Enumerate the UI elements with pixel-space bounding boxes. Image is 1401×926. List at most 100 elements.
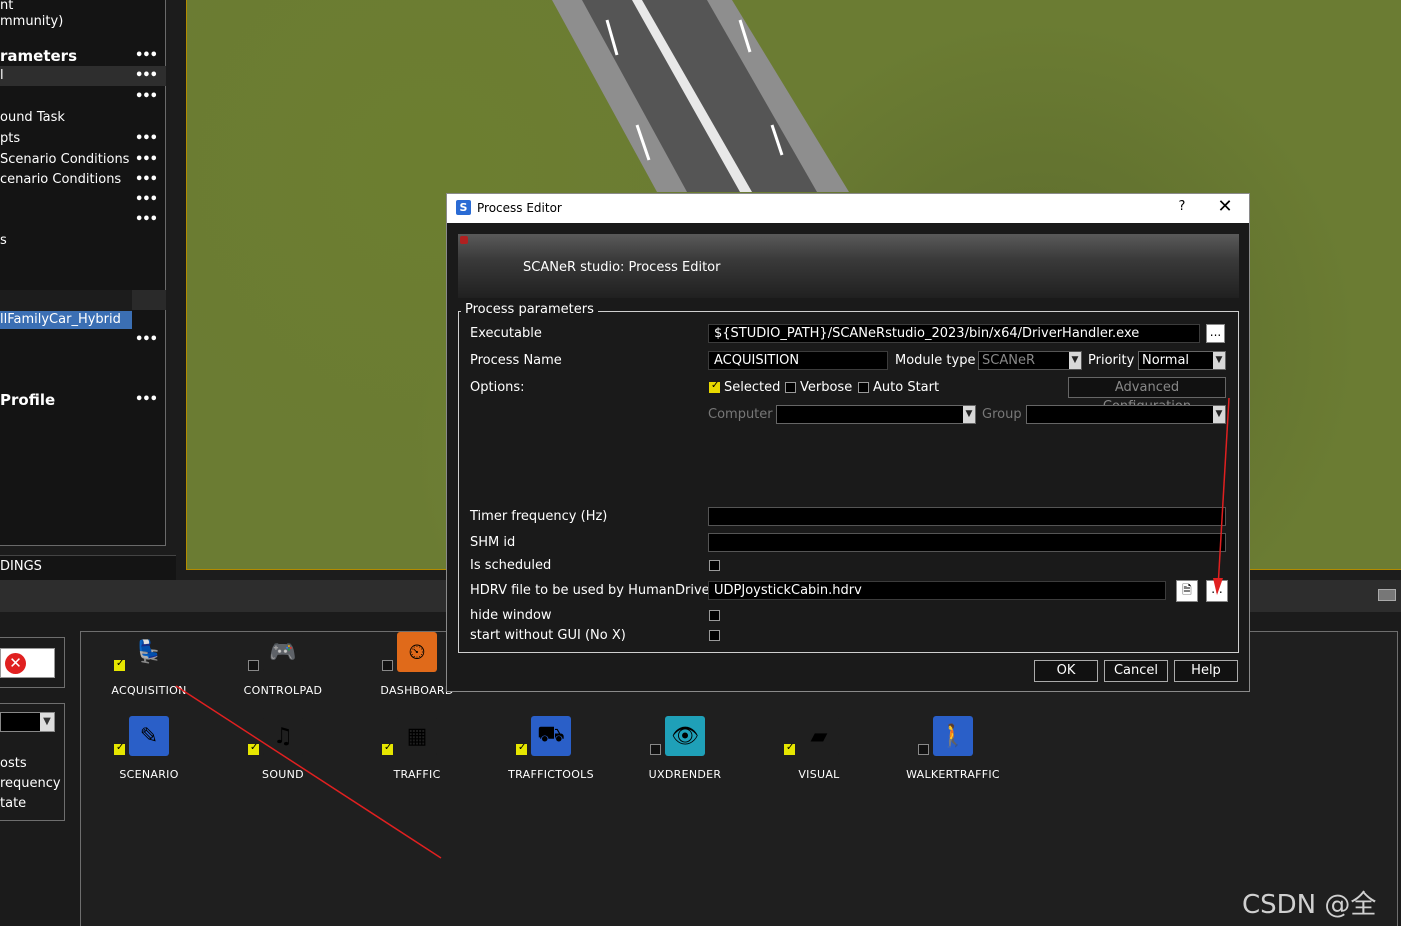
hdrv-file-field[interactable]: UDPJoystickCabin.hdrv bbox=[708, 581, 1166, 600]
module-tile[interactable]: ▦ TRAFFIC bbox=[350, 716, 484, 796]
restore-icon[interactable] bbox=[1378, 589, 1396, 601]
list-header-cell bbox=[132, 290, 166, 310]
more-dots-icon[interactable]: ••• bbox=[135, 66, 158, 86]
module-tile[interactable]: ✎ SCENARIO bbox=[82, 716, 216, 796]
left-panel-item[interactable]: ••• bbox=[0, 210, 166, 230]
module-checkbox[interactable] bbox=[114, 742, 125, 755]
list-header bbox=[0, 290, 132, 311]
module-checkbox[interactable] bbox=[114, 658, 125, 671]
sound-icon[interactable]: ♫ bbox=[263, 716, 303, 756]
verbose-checkbox[interactable] bbox=[785, 382, 796, 393]
module-tile[interactable]: 🚶 WALKERTRAFFIC bbox=[886, 716, 1020, 796]
priority-label: Priority bbox=[1088, 353, 1135, 368]
left-panel-item[interactable]: ••• bbox=[0, 330, 166, 350]
is-scheduled-checkbox[interactable] bbox=[709, 560, 720, 571]
close-circle-icon: ✕ bbox=[5, 653, 26, 674]
group-select[interactable]: ▼ bbox=[1026, 405, 1226, 424]
process-name-field[interactable]: ACQUISITION bbox=[708, 351, 888, 370]
hide-window-checkbox[interactable] bbox=[709, 610, 720, 621]
stop-button[interactable]: ✕ bbox=[0, 648, 55, 678]
controlpad-icon[interactable]: 🎮 bbox=[263, 632, 303, 672]
module-checkbox[interactable] bbox=[382, 660, 393, 671]
module-checkbox[interactable] bbox=[382, 742, 393, 755]
left-panel-item[interactable]: ••• bbox=[0, 190, 166, 210]
no-gui-label: start without GUI (No X) bbox=[470, 628, 626, 643]
module-tile[interactable]: ▰ VISUAL bbox=[752, 716, 886, 796]
walker-icon[interactable]: 🚶 bbox=[933, 716, 973, 756]
module-tile[interactable]: 💺 ACQUISITION bbox=[82, 632, 216, 712]
bindings-tab[interactable]: DINGS bbox=[0, 555, 176, 580]
timer-frequency-field[interactable] bbox=[708, 507, 1226, 526]
visual-icon[interactable]: ▰ bbox=[799, 716, 839, 756]
computer-select[interactable]: ▼ bbox=[776, 405, 976, 424]
more-dots-icon[interactable]: ••• bbox=[135, 129, 158, 149]
priority-select[interactable]: Normal ▼ bbox=[1138, 351, 1226, 370]
seat-icon bbox=[460, 236, 468, 244]
hdrv-browse-button[interactable]: ... bbox=[1206, 580, 1228, 602]
ok-button[interactable]: OK bbox=[1034, 660, 1098, 682]
shm-id-field[interactable] bbox=[708, 533, 1226, 552]
file-icon-button[interactable]: 🗎 bbox=[1176, 580, 1198, 602]
more-dots-icon[interactable]: ••• bbox=[135, 150, 158, 170]
module-checkbox[interactable] bbox=[516, 742, 527, 755]
dialog-titlebar[interactable]: S Process Editor ? ✕ bbox=[447, 194, 1249, 223]
dialog-close-button[interactable]: ✕ bbox=[1215, 196, 1235, 217]
executable-browse-button[interactable]: ... bbox=[1206, 324, 1225, 343]
module-tile[interactable]: ♫ SOUND bbox=[216, 716, 350, 796]
selected-checkbox[interactable] bbox=[709, 380, 720, 393]
seat-icon[interactable]: 💺 bbox=[129, 632, 169, 672]
eye-icon[interactable]: 👁 bbox=[665, 716, 705, 756]
traffic-icon[interactable]: ▦ bbox=[397, 716, 437, 756]
banner-title: SCANeR studio: Process Editor bbox=[523, 260, 721, 275]
autostart-checkbox[interactable] bbox=[858, 382, 869, 393]
module-tile[interactable]: ⛟ TRAFFICTOOLS bbox=[484, 716, 618, 796]
group-title: Process parameters bbox=[461, 302, 598, 317]
process-editor-dialog: S Process Editor ? ✕ SCANeR studio: Proc… bbox=[446, 193, 1250, 692]
help-question-button[interactable]: ? bbox=[1175, 199, 1189, 214]
left-panel-item[interactable]: ound Task bbox=[0, 108, 166, 128]
traffictools-icon[interactable]: ⛟ bbox=[531, 716, 571, 756]
left-lower-label: osts bbox=[0, 756, 27, 771]
left-panel-item[interactable]: s bbox=[0, 231, 166, 251]
left-panel-item[interactable]: l ••• bbox=[0, 66, 166, 86]
module-checkbox[interactable] bbox=[248, 660, 259, 671]
module-checkbox[interactable] bbox=[784, 742, 795, 755]
module-checkbox[interactable] bbox=[650, 744, 661, 755]
left-panel-item[interactable]: rameters ••• bbox=[0, 46, 166, 66]
module-label: UXDRENDER bbox=[648, 768, 722, 781]
no-gui-checkbox[interactable] bbox=[709, 630, 720, 641]
left-panel-item[interactable]: Scenario Conditions ••• bbox=[0, 150, 166, 170]
left-panel-item[interactable]: pts ••• bbox=[0, 129, 166, 149]
selected-vehicle-item[interactable]: llFamilyCar_Hybrid bbox=[0, 311, 132, 329]
hide-window-label: hide window bbox=[470, 608, 552, 623]
left-panel-item[interactable]: ••• bbox=[0, 87, 166, 107]
module-type-label: Module type bbox=[895, 353, 976, 368]
module-label: VISUAL bbox=[798, 768, 840, 781]
shm-id-label: SHM id bbox=[470, 535, 516, 550]
selected-label: Selected bbox=[724, 380, 781, 395]
more-dots-icon[interactable]: ••• bbox=[135, 390, 158, 410]
module-tile[interactable]: 👁 UXDRENDER bbox=[618, 716, 752, 796]
more-dots-icon[interactable]: ••• bbox=[135, 330, 158, 350]
process-name-label: Process Name bbox=[470, 353, 562, 368]
left-panel-item[interactable]: cenario Conditions ••• bbox=[0, 170, 166, 190]
gauge-icon[interactable]: ⏲ bbox=[397, 632, 437, 672]
more-dots-icon[interactable]: ••• bbox=[135, 87, 158, 107]
left-combo[interactable]: ▼ bbox=[0, 712, 55, 732]
more-dots-icon[interactable]: ••• bbox=[135, 170, 158, 190]
scenario-icon[interactable]: ✎ bbox=[129, 716, 169, 756]
module-label: SCENARIO bbox=[119, 768, 179, 781]
more-dots-icon[interactable]: ••• bbox=[135, 210, 158, 230]
module-checkbox[interactable] bbox=[248, 742, 259, 755]
advanced-configuration-button[interactable]: Advanced Configuration bbox=[1068, 377, 1226, 414]
executable-field[interactable]: ${STUDIO_PATH}/SCANeRstudio_2023/bin/x64… bbox=[708, 324, 1200, 343]
help-button[interactable]: Help bbox=[1174, 660, 1238, 682]
more-dots-icon[interactable]: ••• bbox=[135, 46, 158, 66]
module-tile[interactable]: 🎮 CONTROLPAD bbox=[216, 632, 350, 712]
left-panel-item[interactable]: mmunity) bbox=[0, 12, 166, 32]
module-type-select[interactable]: SCANeR ▼ bbox=[978, 351, 1082, 370]
profile-item[interactable]: Profile ••• bbox=[0, 390, 166, 410]
cancel-button[interactable]: Cancel bbox=[1104, 660, 1168, 682]
more-dots-icon[interactable]: ••• bbox=[135, 190, 158, 210]
module-checkbox[interactable] bbox=[918, 744, 929, 755]
